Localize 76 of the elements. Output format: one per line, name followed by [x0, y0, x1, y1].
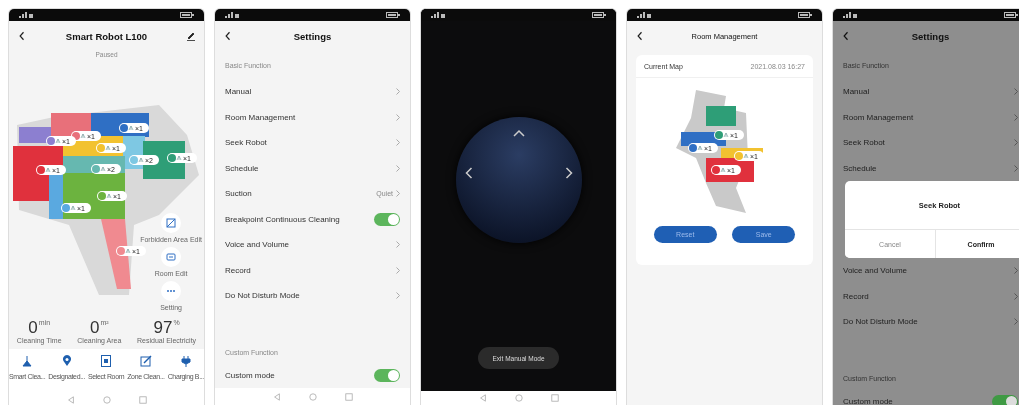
- vacuum-icon[interactable]: [21, 355, 34, 367]
- chevron-icon: [1014, 164, 1018, 172]
- setting-label[interactable]: Manual: [843, 87, 1011, 97]
- toggle-switch[interactable]: [374, 212, 400, 226]
- stat-value: 97: [153, 318, 173, 336]
- setting-label[interactable]: Custom mode: [843, 396, 989, 405]
- setting-label[interactable]: Breakpoint Continuous Cleaning: [225, 214, 371, 224]
- setting-label[interactable]: Voice and Volume: [225, 240, 393, 250]
- battery-icon: [180, 12, 194, 18]
- up-chevron-icon[interactable]: [512, 129, 525, 137]
- chevron-icon: [396, 190, 400, 198]
- screen-title: Settings: [293, 30, 332, 42]
- area-edit-button[interactable]: [161, 213, 182, 233]
- right-chevron-icon[interactable]: [564, 167, 574, 179]
- room-edit-button[interactable]: [161, 247, 182, 267]
- chevron-icon: [396, 241, 400, 249]
- signal-icon: [431, 12, 445, 18]
- screen-title: Smart Robot L100: [65, 30, 148, 42]
- battery-icon: [1004, 12, 1018, 18]
- back-icon[interactable]: [19, 31, 25, 41]
- location-pin-icon[interactable]: [60, 355, 73, 367]
- chevron-icon: [1014, 292, 1018, 300]
- chevron-icon: [396, 139, 400, 147]
- chevron-icon: [396, 266, 400, 274]
- signal-icon: [843, 12, 857, 18]
- edit-box-icon[interactable]: [139, 355, 152, 367]
- battery-icon: [592, 12, 606, 18]
- setting-label[interactable]: Schedule: [843, 163, 1011, 173]
- home-icon[interactable]: [514, 394, 523, 402]
- setting-label[interactable]: Do Not Disturb Mode: [843, 317, 1011, 327]
- signal-icon: [19, 12, 33, 18]
- recents-icon[interactable]: [138, 396, 147, 404]
- setting-label[interactable]: Record: [225, 265, 393, 275]
- chevron-icon: [1014, 318, 1018, 326]
- battery-icon: [798, 12, 812, 18]
- setting-label[interactable]: Do Not Disturb Mode: [225, 291, 393, 301]
- setting-label[interactable]: Seek Robot: [843, 138, 1011, 148]
- plug-icon[interactable]: [179, 355, 192, 367]
- setting-label[interactable]: Manual: [225, 87, 393, 97]
- room-icon[interactable]: [100, 355, 113, 367]
- back-icon[interactable]: [843, 31, 849, 41]
- chevron-icon: [396, 88, 400, 96]
- setting-label[interactable]: Record: [843, 291, 1011, 301]
- setting-label[interactable]: Voice and Volume: [843, 266, 1011, 276]
- home-icon[interactable]: [308, 392, 317, 401]
- stat-value: 0: [28, 318, 38, 336]
- left-chevron-icon[interactable]: [463, 167, 473, 179]
- chevron-icon: [1014, 113, 1018, 121]
- signal-icon: [637, 12, 651, 18]
- chevron-icon: [396, 164, 400, 172]
- recents-icon[interactable]: [550, 394, 559, 402]
- setting-label[interactable]: Custom mode: [225, 370, 371, 380]
- setting-label[interactable]: Schedule: [225, 163, 393, 173]
- toggle-switch[interactable]: [374, 368, 400, 382]
- back-icon[interactable]: [225, 31, 231, 41]
- chevron-icon: [1014, 88, 1018, 96]
- toggle-switch[interactable]: [992, 394, 1018, 405]
- chevron-icon: [396, 113, 400, 121]
- screen-title: Settings: [911, 30, 950, 42]
- setting-label[interactable]: Room Management: [225, 112, 393, 122]
- slashed-square-icon: [166, 218, 177, 228]
- setting-label[interactable]: Suction: [225, 189, 374, 199]
- pencil-icon[interactable]: [186, 31, 196, 41]
- signal-icon: [225, 12, 239, 18]
- chevron-icon: [396, 292, 400, 300]
- card-icon: [166, 252, 177, 262]
- more-button[interactable]: [161, 281, 182, 301]
- setting-label[interactable]: Seek Robot: [225, 138, 393, 148]
- home-icon[interactable]: [102, 396, 111, 404]
- setting-label[interactable]: Room Management: [843, 112, 1011, 122]
- stat-value: 0: [89, 318, 100, 336]
- back-icon[interactable]: [637, 31, 643, 41]
- battery-icon: [386, 12, 400, 18]
- chevron-icon: [1014, 267, 1018, 275]
- recents-icon[interactable]: [344, 392, 353, 401]
- chevron-icon: [1014, 139, 1018, 147]
